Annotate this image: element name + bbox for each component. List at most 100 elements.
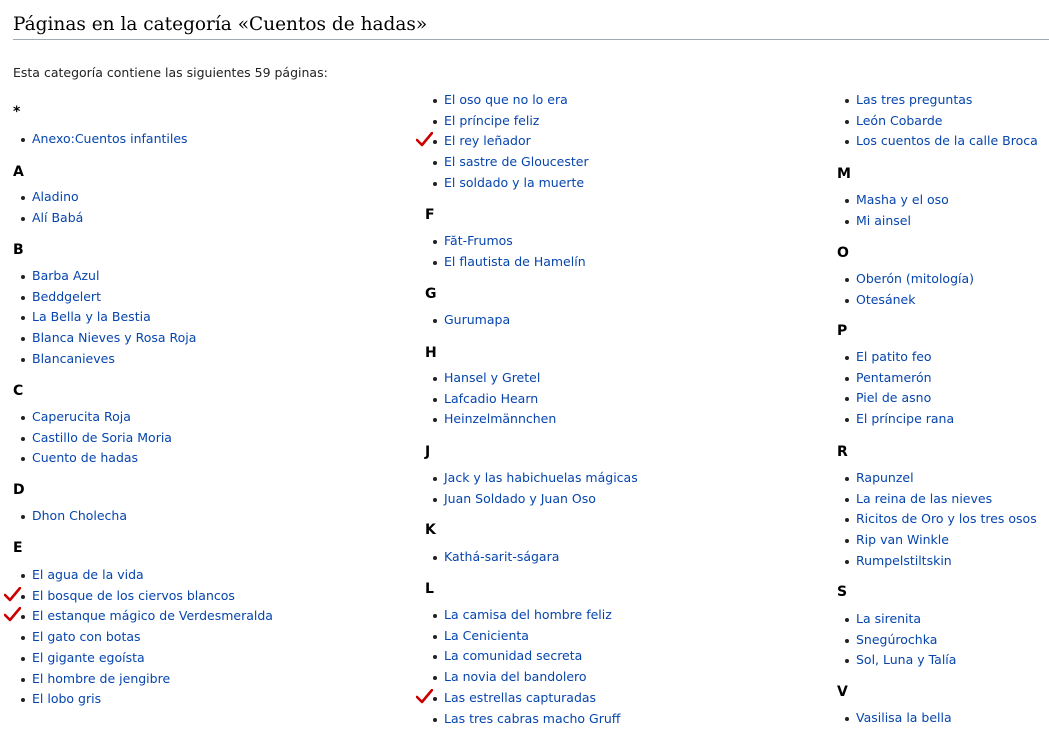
category-page-link[interactable]: El príncipe feliz — [444, 113, 539, 128]
section-heading-l: L — [425, 581, 434, 597]
category-page-link[interactable]: Dhon Cholecha — [32, 508, 127, 523]
list-item: Barba Azul — [21, 268, 99, 284]
bullet-icon — [845, 99, 849, 103]
section-heading-b: B — [13, 242, 24, 258]
bullet-icon — [433, 696, 437, 701]
section-heading-o: O — [837, 245, 849, 261]
category-page-link[interactable]: La camisa del hombre feliz — [444, 607, 612, 622]
category-page-link[interactable]: Los cuentos de la calle Broca — [856, 133, 1038, 148]
list-item: Rapunzel — [845, 470, 914, 486]
category-page-link[interactable]: El flautista de Hamelín — [444, 254, 586, 269]
category-page-link[interactable]: El soldado y la muerte — [444, 175, 584, 190]
list-item: La reina de las nieves — [845, 491, 992, 507]
bullet-icon — [433, 418, 437, 423]
category-page-link[interactable]: La comunidad secreta — [444, 648, 582, 663]
list-item: Snegúrochka — [845, 632, 937, 648]
category-page-link[interactable]: Jack y las habichuelas mágicas — [444, 470, 638, 485]
category-page-link[interactable]: Blancanieves — [32, 351, 115, 366]
category-page-link[interactable]: Făt-Frumos — [444, 233, 513, 248]
category-page-link[interactable]: Pentamerón — [856, 370, 932, 385]
category-page-link[interactable]: Ricitos de Oro y los tres osos — [856, 511, 1037, 526]
category-page-link[interactable]: El estanque mágico de Verdesmeralda — [32, 608, 273, 623]
section-heading-c: C — [13, 383, 24, 399]
category-page-link[interactable]: Las tres preguntas — [856, 92, 972, 107]
category-page-link[interactable]: Juan Soldado y Juan Oso — [444, 491, 596, 506]
category-page-link[interactable]: Las tres cabras macho Gruff — [444, 711, 620, 726]
section-heading-v: V — [837, 684, 848, 700]
bullet-icon — [433, 676, 437, 681]
category-page-link[interactable]: Castillo de Soria Moria — [32, 430, 172, 445]
category-page-link[interactable]: Hansel y Gretel — [444, 370, 540, 385]
category-page-link[interactable]: Cuento de hadas — [32, 450, 138, 465]
category-page-link[interactable]: El gato con botas — [32, 629, 141, 644]
category-page-link[interactable]: Otesánek — [856, 292, 915, 307]
category-page-link[interactable]: Piel de asno — [856, 390, 931, 405]
category-page-link[interactable]: El príncipe rana — [856, 411, 954, 426]
bullet-icon — [21, 196, 25, 200]
bullet-icon — [21, 677, 25, 682]
list-item: Heinzelmännchen — [433, 411, 556, 427]
list-item: Piel de asno — [845, 390, 931, 406]
bullet-icon — [21, 436, 25, 441]
category-page-link[interactable]: Anexo:Cuentos infantiles — [32, 131, 188, 146]
category-page-link[interactable]: Mi ainsel — [856, 213, 911, 228]
section-heading-p: P — [837, 323, 848, 339]
category-page-link[interactable]: Las estrellas capturadas — [444, 690, 596, 705]
category-page-link[interactable]: El sastre de Gloucester — [444, 154, 589, 169]
category-intro: Esta categoría contiene las siguientes 5… — [13, 65, 328, 80]
category-page-link[interactable]: El lobo gris — [32, 691, 101, 706]
bullet-icon — [845, 638, 849, 643]
list-item: Ricitos de Oro y los tres osos — [845, 511, 1037, 527]
category-page-link[interactable]: Beddgelert — [32, 289, 101, 304]
category-page-link[interactable]: El rey leñador — [444, 133, 531, 148]
checkmark-icon — [4, 586, 21, 601]
bullet-icon — [845, 397, 849, 402]
category-page-link[interactable]: El oso que no lo era — [444, 92, 568, 107]
list-item: Alí Babá — [21, 210, 83, 226]
bullet-icon — [21, 594, 25, 599]
category-page-link[interactable]: Masha y el oso — [856, 192, 949, 207]
category-page-link[interactable]: Rapunzel — [856, 470, 914, 485]
list-item: Caperucita Roja — [21, 409, 131, 425]
list-item: Juan Soldado y Juan Oso — [433, 491, 596, 507]
category-page-link[interactable]: Barba Azul — [32, 268, 99, 283]
category-page-link[interactable]: Lafcadio Hearn — [444, 391, 538, 406]
category-page-link[interactable]: Blanca Nieves y Rosa Roja — [32, 330, 196, 345]
category-page-link[interactable]: Aladino — [32, 189, 79, 204]
checkmark-icon — [4, 607, 21, 622]
category-page-link[interactable]: El agua de la vida — [32, 567, 144, 582]
category-page-link[interactable]: Heinzelmännchen — [444, 411, 556, 426]
bullet-icon — [845, 539, 849, 544]
category-page-link[interactable]: El gigante egoísta — [32, 650, 145, 665]
category-page-link[interactable]: La Bella y la Bestia — [32, 309, 151, 324]
category-page-link[interactable]: Caperucita Roja — [32, 409, 131, 424]
bullet-icon — [845, 199, 849, 203]
bullet-icon — [845, 477, 849, 481]
category-page-link[interactable]: Rumpelstiltskin — [856, 553, 952, 568]
list-item: Rumpelstiltskin — [845, 553, 952, 569]
category-page-link[interactable]: Sol, Luna y Talía — [856, 652, 956, 667]
bullet-icon — [21, 295, 25, 300]
category-page-link[interactable]: Oberón (mitología) — [856, 271, 974, 286]
bullet-icon — [433, 319, 437, 323]
category-page-link[interactable]: Alí Babá — [32, 210, 83, 225]
list-item: Otesánek — [845, 292, 915, 308]
category-page-link[interactable]: El bosque de los ciervos blancos — [32, 588, 235, 603]
category-page-link[interactable]: Rip van Winkle — [856, 532, 949, 547]
category-page-link[interactable]: La novia del bandolero — [444, 669, 587, 684]
list-item: La Bella y la Bestia — [21, 309, 151, 325]
category-page-link[interactable]: Gurumapa — [444, 312, 510, 327]
category-page-link[interactable]: El patito feo — [856, 349, 932, 364]
category-page-link[interactable]: Snegúrochka — [856, 632, 937, 647]
bullet-icon — [21, 316, 25, 321]
category-page-link[interactable]: La sirenita — [856, 611, 921, 626]
category-page-link[interactable]: El hombre de jengibre — [32, 671, 170, 686]
category-page-link[interactable]: La Cenicienta — [444, 628, 529, 643]
category-page-link[interactable]: Kathá-sarit-ságara — [444, 549, 559, 564]
section-heading-a: A — [13, 164, 24, 180]
list-item: León Cobarde — [845, 113, 943, 129]
category-page-link[interactable]: La reina de las nieves — [856, 491, 992, 506]
category-page-link[interactable]: León Cobarde — [856, 113, 943, 128]
list-item: Sol, Luna y Talía — [845, 652, 956, 668]
category-page-link[interactable]: Vasilisa la bella — [856, 710, 952, 725]
